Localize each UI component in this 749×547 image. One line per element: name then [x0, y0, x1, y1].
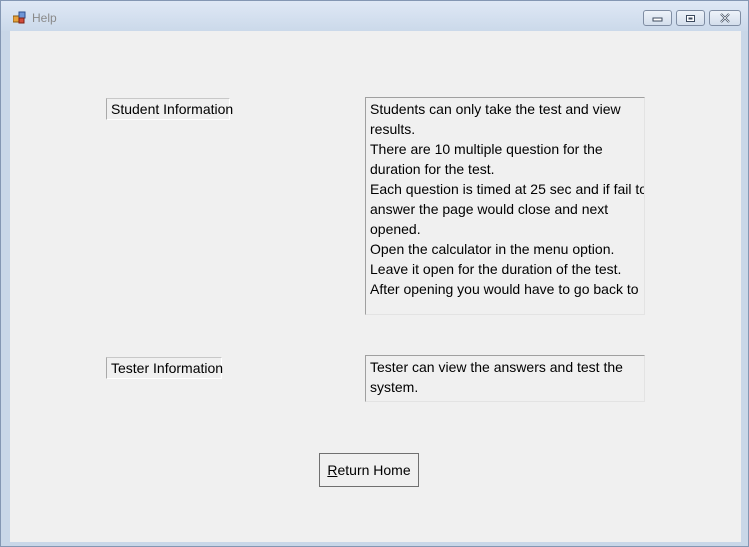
tester-information-textbox[interactable]: Tester can view the answers and test the… — [365, 355, 645, 402]
student-text-line: answer the page would close and next — [370, 201, 609, 217]
return-home-mnemonic: R — [327, 462, 338, 478]
title-bar[interactable]: Help — [1, 1, 748, 31]
minimize-button[interactable] — [643, 10, 672, 26]
student-information-textbox[interactable]: Students can only take the test and view… — [365, 97, 645, 315]
student-text-line: opened. — [370, 221, 421, 237]
restore-button[interactable] — [676, 10, 705, 26]
app-window-icon — [13, 11, 26, 24]
return-home-button[interactable]: Return Home — [319, 453, 419, 487]
return-home-label: eturn Home — [337, 462, 411, 478]
restore-icon — [686, 14, 695, 22]
student-text-line: There are 10 multiple question for the — [370, 141, 603, 157]
close-button[interactable] — [709, 10, 741, 26]
close-icon — [720, 13, 730, 23]
form-client-area: Student Information Students can only ta… — [10, 31, 741, 542]
student-text-line: Leave it open for the duration of the te… — [370, 261, 622, 277]
window-title: Help — [32, 11, 57, 25]
student-text-line: Students can only take the test and view — [370, 101, 621, 117]
minimize-icon — [652, 17, 663, 22]
tester-information-label: Tester Information — [106, 357, 223, 379]
tester-text-line: system. — [370, 379, 419, 395]
student-text-line: results. — [370, 121, 416, 137]
student-text-line: Each question is timed at 25 sec and if … — [370, 181, 645, 197]
student-text-line: Open the calculator in the menu option. — [370, 241, 615, 257]
help-window: Help Student Information Students can on… — [0, 0, 749, 547]
student-text-line: After opening you would have to go back … — [370, 281, 639, 297]
student-information-label: Student Information — [106, 98, 233, 120]
tester-text-line: Tester can view the answers and test the — [370, 359, 623, 375]
student-text-line: duration for the test. — [370, 161, 495, 177]
